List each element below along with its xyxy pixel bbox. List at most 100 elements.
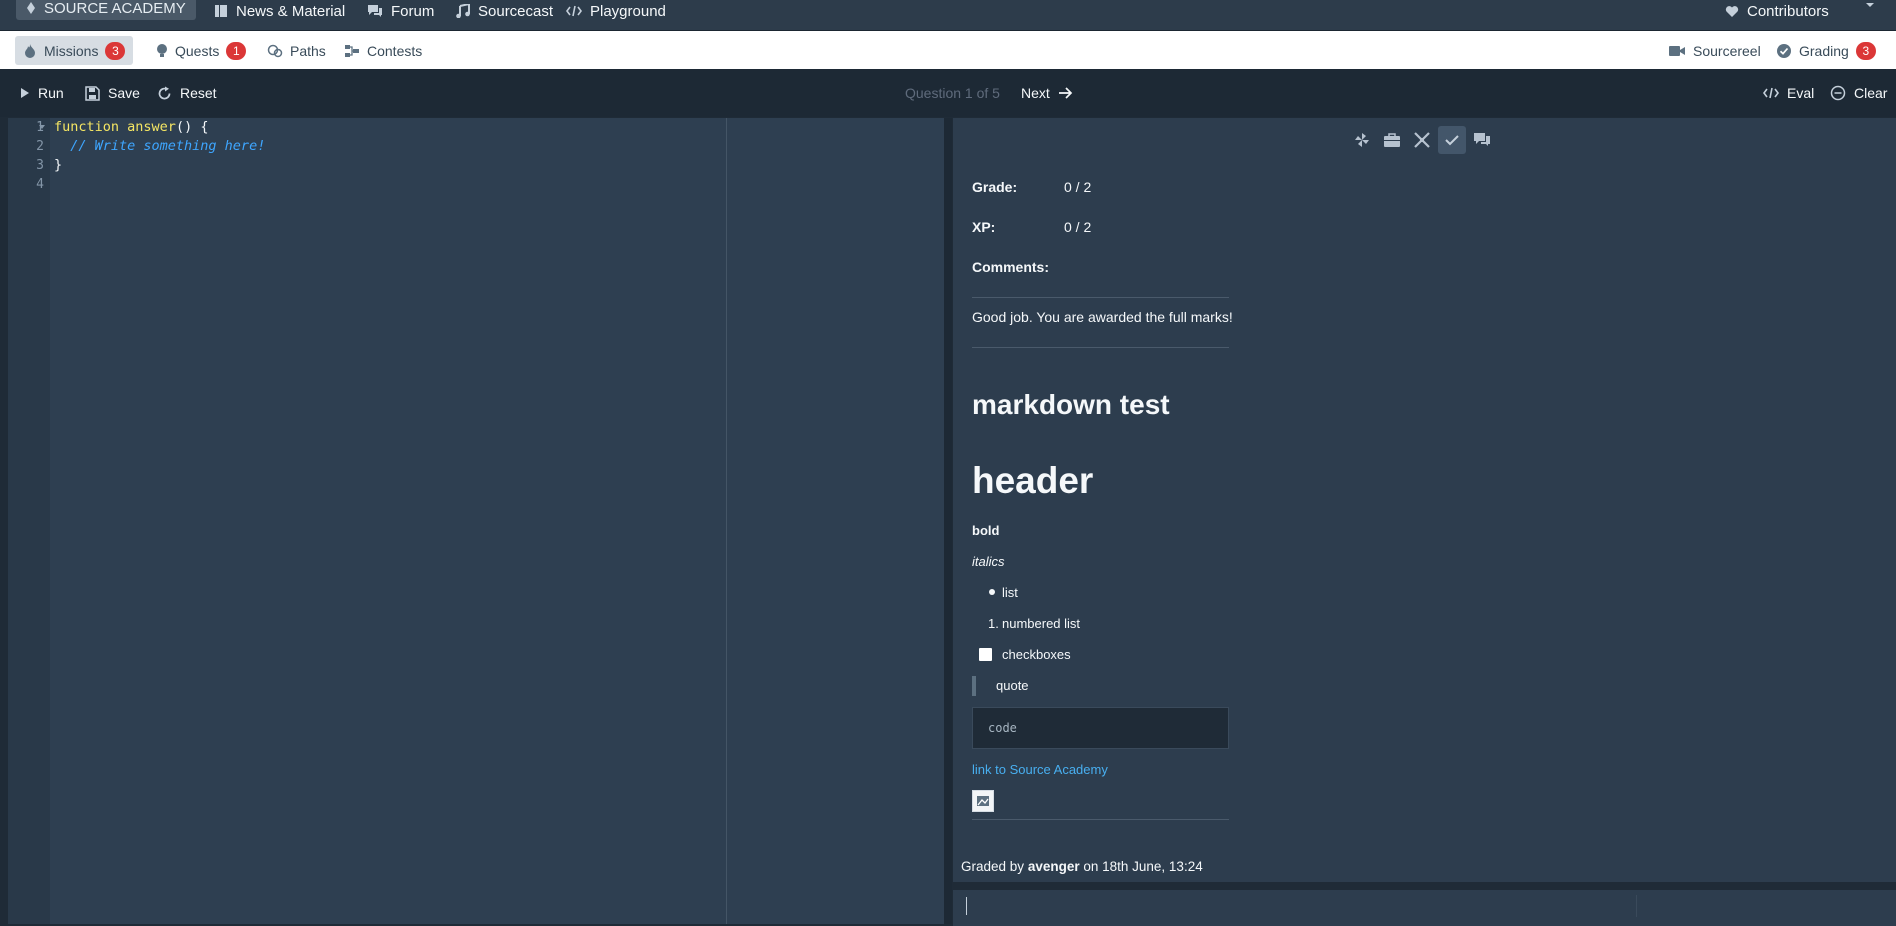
xp-label: XP:: [972, 219, 996, 235]
code-line-3: }: [54, 157, 63, 173]
brand-button[interactable]: SOURCE ACADEMY: [16, 0, 196, 20]
print-margin: [726, 118, 727, 924]
brand-label: SOURCE ACADEMY: [44, 0, 186, 17]
tab-missions[interactable]: Missions 3: [15, 36, 134, 65]
line-number: 2: [36, 139, 44, 154]
line-number: 3: [36, 158, 44, 173]
next-label: Next: [1021, 85, 1050, 101]
clear-label: Clear: [1854, 85, 1888, 101]
keyword-function: function: [54, 119, 120, 135]
markdown-bold: bold: [972, 523, 1000, 538]
nav-playground[interactable]: Playground: [566, 0, 666, 22]
tab-label: Quests: [175, 42, 220, 59]
grading-count-badge: 3: [1855, 41, 1876, 60]
flame-icon: [23, 43, 37, 59]
eval-button[interactable]: Eval: [1763, 69, 1814, 117]
lightbulb-icon: [156, 43, 168, 59]
code-line-2-comment: // Write something here!: [54, 138, 266, 154]
next-question-button[interactable]: Next: [1021, 69, 1073, 117]
nav-label: Contributors: [1747, 2, 1829, 20]
pinwheel-icon: [1353, 131, 1371, 149]
music-icon: [456, 4, 470, 18]
academy-logo-icon: [26, 2, 36, 14]
refresh-icon: [157, 86, 172, 101]
code-punctuation: () {: [175, 119, 209, 135]
top-navbar: SOURCE ACADEMY News & Material Forum Sou…: [0, 0, 1896, 31]
tab-comments[interactable]: [1468, 126, 1496, 154]
function-name: answer: [127, 119, 176, 135]
tab-label: Contests: [367, 42, 423, 59]
tick-icon: [1444, 133, 1460, 147]
tab-label: Grading: [1799, 42, 1849, 59]
nav-label: Forum: [391, 2, 435, 20]
fold-arrow-icon[interactable]: [38, 124, 46, 130]
tab-grading-result[interactable]: [1438, 126, 1466, 154]
bullet-dot: [989, 589, 995, 595]
comment-divider-bottom: [972, 819, 1229, 820]
graded-by-line: Graded by avenger on 18th June, 13:24: [961, 859, 1203, 874]
tab-label: Paths: [290, 42, 326, 59]
chevron-down-icon[interactable]: [1863, 0, 1877, 12]
eval-label: Eval: [1787, 85, 1815, 101]
panel-resize-handle[interactable]: [944, 118, 952, 924]
editor-gutter: 1 2 3 4: [8, 118, 50, 924]
blockquote-bar: [972, 676, 976, 696]
comment-divider-middle: [972, 347, 1229, 348]
code-editor[interactable]: [8, 118, 944, 924]
run-button[interactable]: Run: [20, 69, 64, 117]
remove-circle-icon: [1830, 85, 1846, 101]
chat-icon: [1473, 132, 1491, 148]
code-line-1: function answer() {: [54, 119, 208, 135]
workspace-control-bar: Run Save Reset Question 1 of 5 Next Eval…: [0, 69, 1896, 117]
quests-count-badge: 1: [226, 41, 247, 60]
clear-button[interactable]: Clear: [1830, 69, 1887, 117]
grader-name: avenger: [1027, 859, 1080, 874]
tab-briefcase[interactable]: [1378, 126, 1406, 154]
video-camera-icon: [1668, 45, 1686, 57]
code-icon: [1763, 87, 1779, 99]
paths-icon: [267, 44, 283, 58]
academy-navbar: Missions 3 Quests 1 Paths Contests Sourc…: [0, 31, 1896, 69]
code-icon: [566, 5, 582, 17]
nav-label: Playground: [590, 2, 666, 20]
heart-icon: [1725, 5, 1739, 18]
nav-sourcecast[interactable]: Sourcecast: [456, 0, 553, 22]
repl-input[interactable]: [953, 890, 1896, 926]
nav-label: News & Material: [236, 2, 346, 20]
markdown-link[interactable]: link to Source Academy: [972, 762, 1108, 777]
nav-contributors[interactable]: Contributors: [1725, 0, 1829, 22]
chat-icon: [367, 4, 383, 18]
tab-paths[interactable]: Paths: [259, 36, 334, 65]
markdown-code-block: code: [972, 707, 1229, 749]
tick-circle-icon: [1776, 43, 1792, 59]
play-icon: [20, 87, 30, 99]
floppy-disk-icon: [85, 85, 100, 101]
graded-by-prefix: Graded by: [961, 859, 1025, 874]
tab-quests[interactable]: Quests 1: [148, 36, 254, 65]
reset-button[interactable]: Reset: [157, 69, 217, 117]
side-content-tabs: [953, 118, 1896, 158]
markdown-heading-2: markdown test: [972, 389, 1170, 420]
broken-image-icon: [972, 790, 994, 812]
markdown-numbered-item: numbered list: [1002, 616, 1081, 631]
tab-sourcereel[interactable]: Sourcereel: [1660, 36, 1769, 65]
tab-airplane[interactable]: [1408, 126, 1436, 154]
contest-icon: [344, 44, 360, 58]
tab-briefing[interactable]: [1348, 126, 1376, 154]
markdown-checkbox[interactable]: [979, 648, 992, 661]
question-counter: Question 1 of 5: [905, 85, 1000, 101]
line-number: 4: [36, 177, 44, 192]
text-cursor: [966, 897, 967, 915]
markdown-checkbox-label: checkboxes: [1002, 647, 1071, 662]
missions-count-badge: 3: [105, 41, 126, 60]
nav-forum[interactable]: Forum: [367, 0, 434, 22]
tab-contests[interactable]: Contests: [336, 36, 430, 65]
grade-value: 0 / 2: [1064, 179, 1092, 195]
markdown-italics: italics: [972, 554, 1005, 569]
tab-grading[interactable]: Grading 3: [1768, 36, 1884, 65]
xp-value: 0 / 2: [1064, 219, 1092, 235]
reset-label: Reset: [180, 85, 217, 101]
nav-news-material[interactable]: News & Material: [214, 0, 345, 22]
save-button[interactable]: Save: [85, 69, 140, 117]
markdown-quote: quote: [996, 678, 1029, 693]
